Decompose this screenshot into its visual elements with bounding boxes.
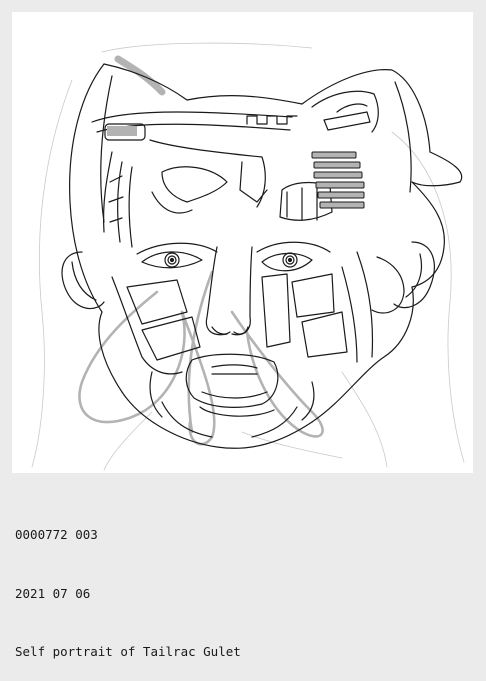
date: 2021 07 06 [15,585,91,601]
caption: 0000772 003 2021 07 06 Self portrait of … [15,486,475,681]
ears [61,241,435,314]
vent-bars [311,151,365,209]
cheek-panels [111,251,374,375]
nose [205,246,253,336]
face-line-drawing [31,42,465,471]
hat-band-accent [114,55,166,96]
jaw [149,371,315,438]
artwork-title: Self portrait of Tailrac Gulet [15,644,241,659]
gray-loops [78,270,324,446]
artwork-frame [12,12,473,473]
eyes [136,241,331,272]
catalog-id: 0000772 003 [15,527,98,542]
forehead-structures [91,90,379,248]
